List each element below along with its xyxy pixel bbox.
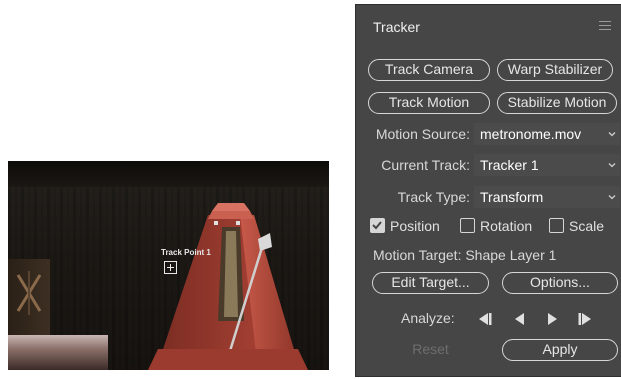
- analyze-backward-icon[interactable]: [510, 310, 530, 328]
- position-checkbox[interactable]: [370, 218, 385, 233]
- track-motion-button[interactable]: Track Motion: [368, 92, 490, 114]
- chevron-down-icon: [608, 132, 616, 137]
- apply-button[interactable]: Apply: [502, 339, 618, 361]
- current-track-value: Tracker 1: [480, 157, 539, 173]
- chevron-down-icon: [608, 163, 616, 168]
- track-point-feature-region[interactable]: [164, 261, 177, 274]
- analyze-back-one-frame-icon[interactable]: [476, 310, 496, 328]
- current-track-label: Current Track:: [381, 157, 470, 173]
- track-type-label: Track Type:: [397, 189, 470, 205]
- analyze-label: Analyze:: [401, 310, 455, 326]
- track-camera-button[interactable]: Track Camera: [368, 59, 490, 81]
- tracker-panel: Tracker Track Camera Warp Stabilizer Tra…: [355, 4, 621, 377]
- motion-source-dropdown[interactable]: metronome.mov: [474, 123, 620, 145]
- panel-title: Tracker: [373, 19, 420, 35]
- edit-target-button[interactable]: Edit Target...: [372, 272, 489, 294]
- checkmark-icon: [372, 221, 382, 230]
- hamburger-menu-icon[interactable]: [599, 21, 611, 31]
- analyze-forward-one-frame-icon[interactable]: [574, 310, 594, 328]
- stabilize-motion-button[interactable]: Stabilize Motion: [497, 92, 617, 114]
- warp-stabilizer-button[interactable]: Warp Stabilizer: [497, 59, 613, 81]
- motion-source-label: Motion Source:: [375, 126, 470, 142]
- options-button[interactable]: Options...: [502, 272, 618, 294]
- motion-source-value: metronome.mov: [480, 126, 582, 142]
- analyze-forward-icon[interactable]: [542, 310, 562, 328]
- track-type-value: Transform: [480, 189, 544, 205]
- chevron-down-icon: [608, 195, 616, 200]
- track-point-label: Track Point 1: [161, 248, 211, 257]
- reset-button[interactable]: Reset: [372, 339, 489, 361]
- current-track-dropdown[interactable]: Tracker 1: [474, 154, 620, 176]
- scale-checkbox[interactable]: [549, 218, 564, 233]
- position-label: Position: [390, 218, 440, 234]
- video-frame: Track Point 1: [8, 161, 329, 370]
- motion-target-text: Motion Target: Shape Layer 1: [373, 247, 557, 263]
- rotation-label: Rotation: [480, 218, 533, 234]
- panel-header: Tracker: [356, 5, 621, 47]
- track-type-dropdown[interactable]: Transform: [474, 186, 620, 208]
- scale-label: Scale: [569, 218, 605, 234]
- rotation-checkbox[interactable]: [460, 218, 475, 233]
